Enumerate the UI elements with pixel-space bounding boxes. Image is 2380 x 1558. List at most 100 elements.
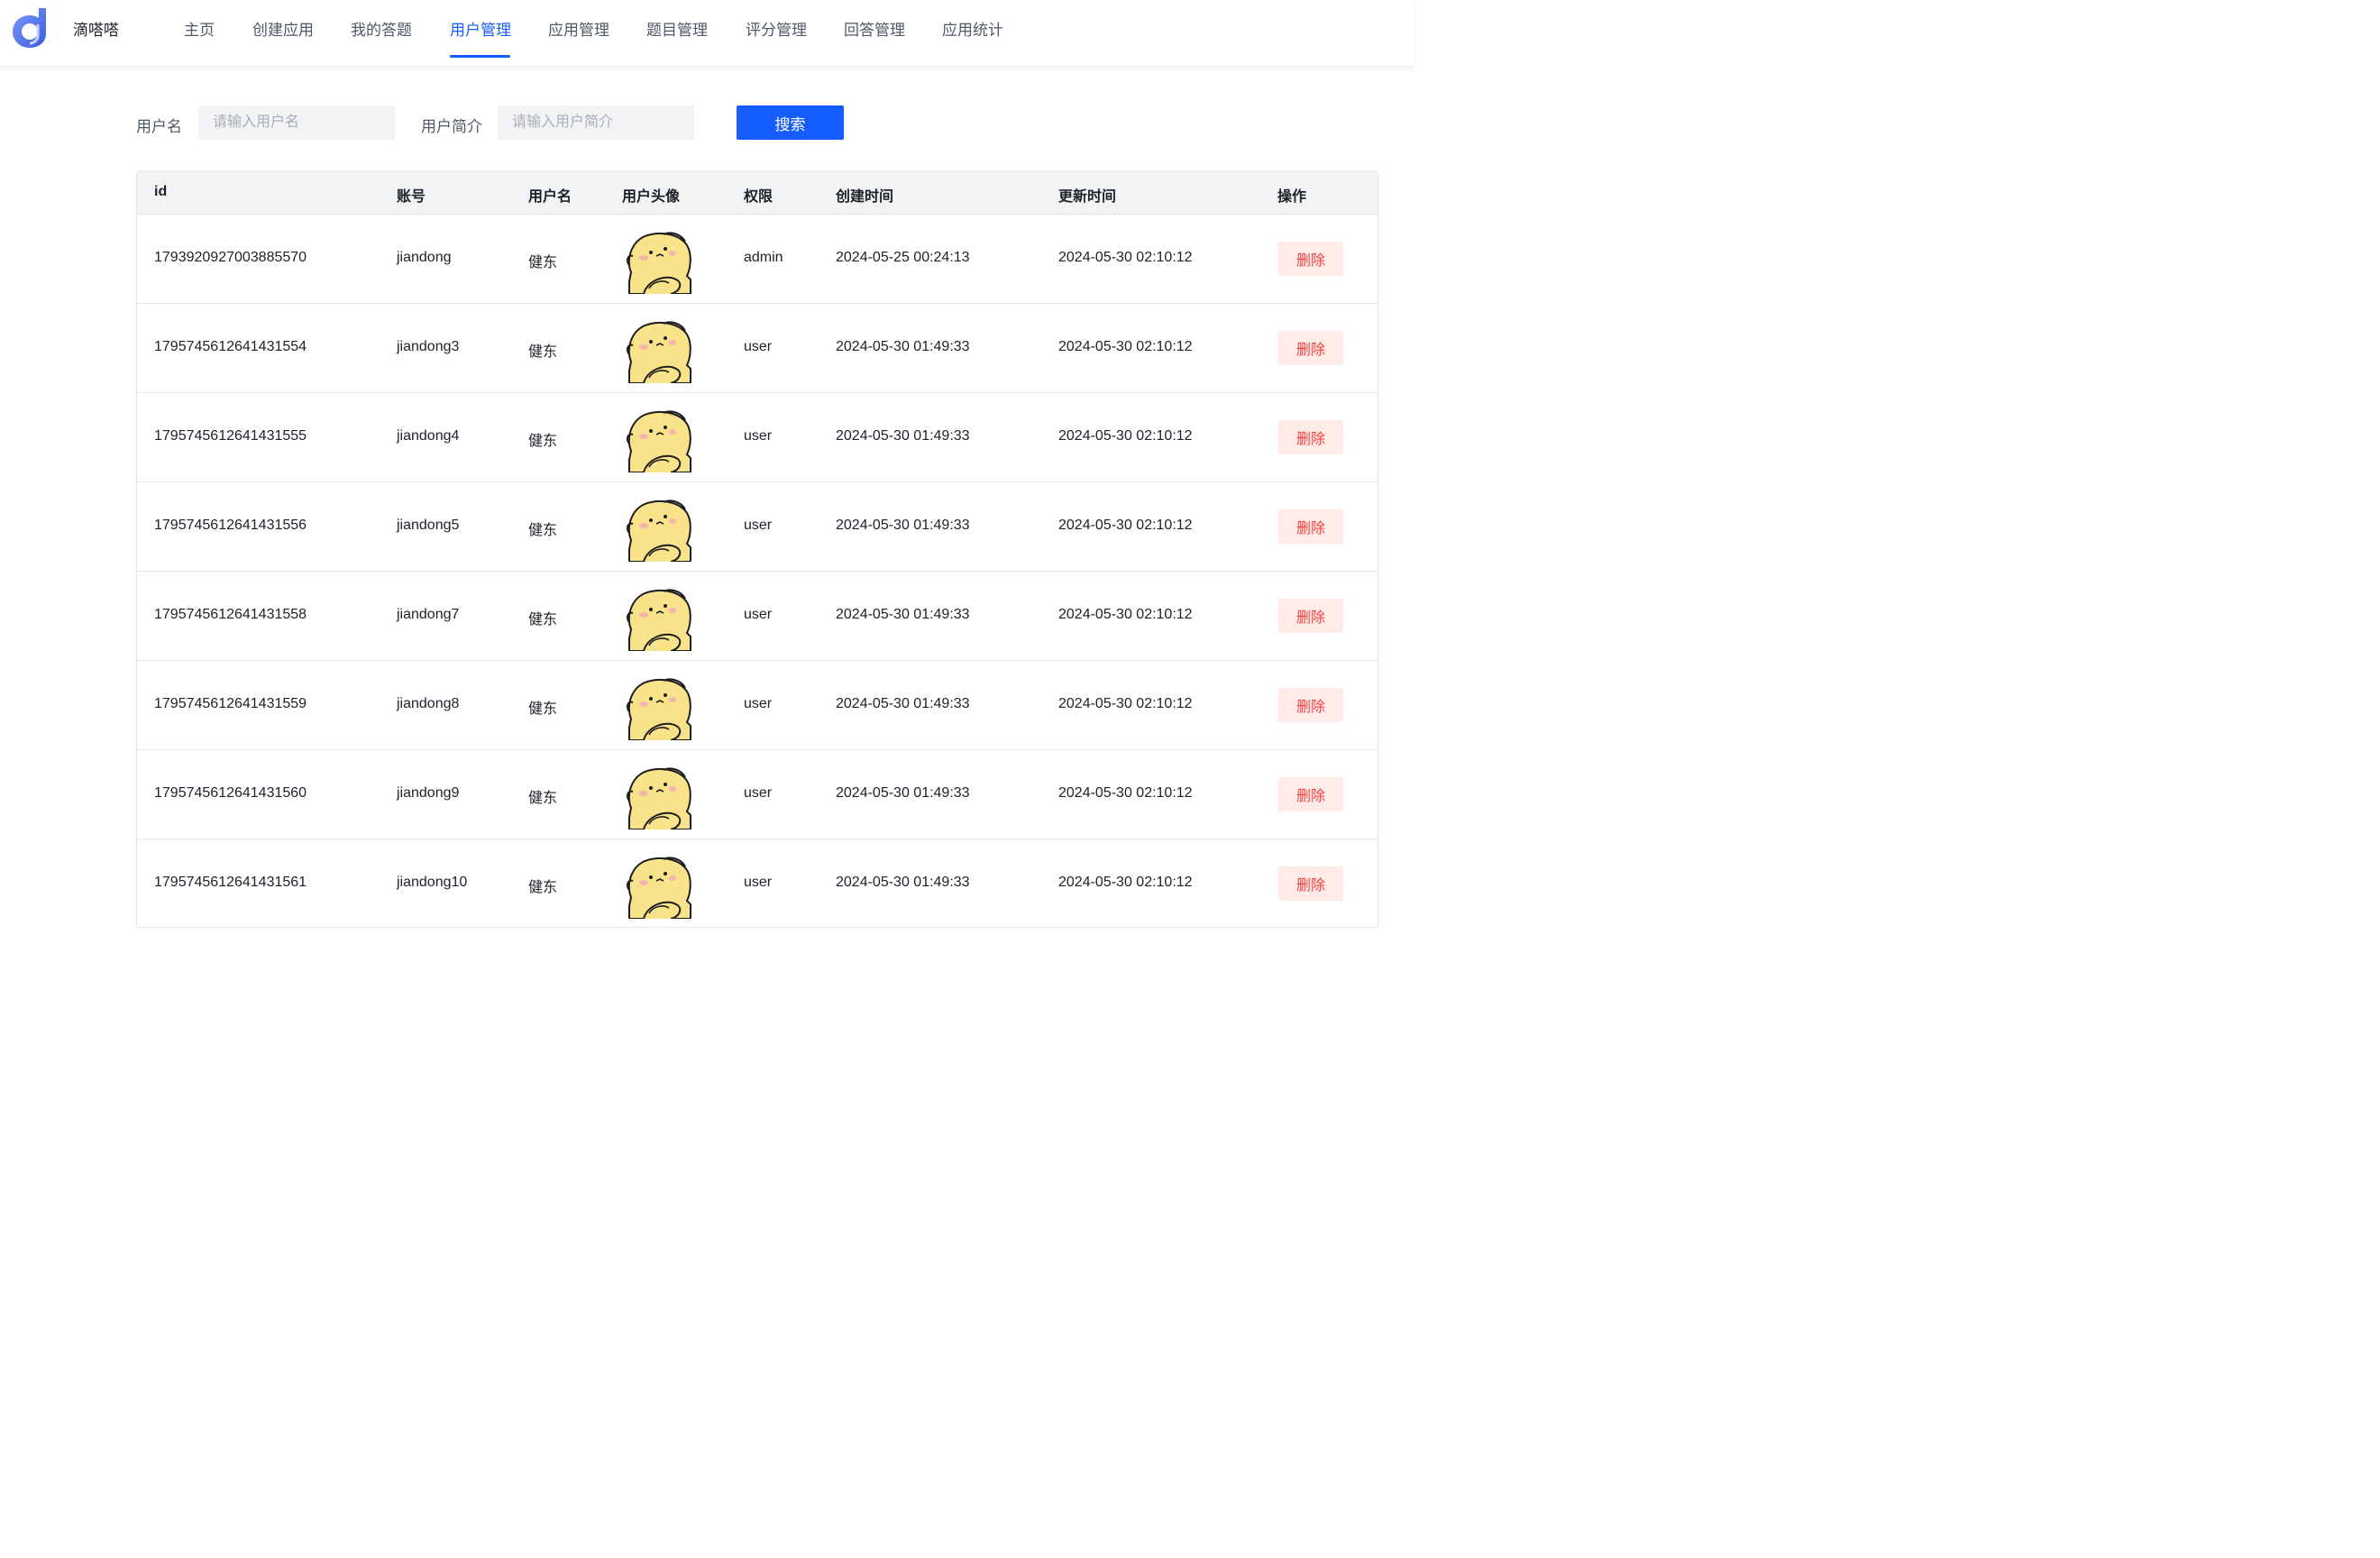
- cell-username: 健东: [528, 701, 558, 717]
- table-row: 1795745612641431556 jiandong5 健东 user 20…: [137, 482, 1378, 572]
- nav-item-scoring-management[interactable]: 评分管理: [746, 17, 807, 40]
- cell-updated-time: 2024-05-30 02:10:12: [1058, 518, 1193, 533]
- search-button[interactable]: 搜索: [737, 105, 844, 140]
- column-header-account[interactable]: 账号: [397, 184, 426, 206]
- cell-created-time: 2024-05-30 01:49:33: [836, 785, 970, 801]
- cell-account: jiandong8: [397, 696, 460, 711]
- cell-created-time: 2024-05-30 01:49:33: [836, 339, 970, 354]
- nav-item-home[interactable]: 主页: [184, 17, 215, 40]
- delete-button[interactable]: 删除: [1278, 777, 1343, 811]
- nav-item-app-management[interactable]: 应用管理: [548, 17, 609, 40]
- cell-username: 健东: [528, 791, 558, 806]
- nav-item-question-management[interactable]: 题目管理: [646, 17, 708, 40]
- cell-updated-time: 2024-05-30 02:10:12: [1058, 428, 1193, 444]
- delete-button[interactable]: 删除: [1278, 866, 1343, 901]
- delete-button[interactable]: 删除: [1278, 331, 1343, 365]
- cell-created-time: 2024-05-30 01:49:33: [836, 518, 970, 533]
- cell-account: jiandong3: [397, 339, 460, 354]
- nav-item-user-management[interactable]: 用户管理: [450, 17, 511, 40]
- nav-item-app-statistics[interactable]: 应用统计: [942, 17, 1003, 40]
- table-row: 1795745612641431554 jiandong3 健东 user 20…: [137, 304, 1378, 393]
- cell-username: 健东: [528, 255, 558, 270]
- table-row: 1795745612641431555 jiandong4 健东 user 20…: [137, 393, 1378, 482]
- cell-account: jiandong10: [397, 875, 468, 890]
- cell-username: 健东: [528, 612, 558, 628]
- cell-created-time: 2024-05-30 01:49:33: [836, 607, 970, 622]
- cell-id: 1793920927003885570: [154, 250, 307, 265]
- cell-role: user: [744, 875, 773, 890]
- cell-account: jiandong7: [397, 607, 460, 622]
- cell-username: 健东: [528, 434, 558, 449]
- table-header: id 账号 用户名 用户头像 权限 创建时间 更新时间 操作: [137, 171, 1378, 215]
- user-avatar: [624, 318, 692, 383]
- delete-button[interactable]: 删除: [1278, 242, 1343, 276]
- cell-id: 1795745612641431554: [154, 339, 307, 354]
- active-tab-indicator: [450, 55, 510, 58]
- cell-role: admin: [744, 250, 783, 265]
- column-header-role[interactable]: 权限: [744, 184, 773, 206]
- cell-account: jiandong9: [397, 785, 460, 801]
- cell-updated-time: 2024-05-30 02:10:12: [1058, 339, 1193, 354]
- cell-id: 1795745612641431561: [154, 875, 307, 890]
- delete-button[interactable]: 删除: [1278, 688, 1343, 722]
- brand-name: 滴嗒嗒: [73, 22, 119, 39]
- top-navbar: 滴嗒嗒 主页 创建应用 我的答题 用户管理 应用管理 题目管理 评分管理 回答管…: [0, 0, 1414, 67]
- column-header-id[interactable]: id: [154, 184, 167, 200]
- cell-role: user: [744, 696, 773, 711]
- table-row: 1793920927003885570 jiandong 健东 admin 20…: [137, 215, 1378, 304]
- user-avatar: [624, 586, 692, 651]
- table-row: 1795745612641431561 jiandong10 健东 user 2…: [137, 839, 1378, 927]
- table-row: 1795745612641431559 jiandong8 健东 user 20…: [137, 661, 1378, 750]
- username-label: 用户名: [136, 118, 182, 135]
- cell-id: 1795745612641431558: [154, 607, 307, 622]
- user-avatar: [624, 497, 692, 562]
- column-header-created[interactable]: 创建时间: [836, 184, 893, 206]
- delete-button[interactable]: 删除: [1278, 509, 1343, 544]
- delete-button[interactable]: 删除: [1278, 420, 1343, 454]
- user-avatar: [624, 229, 692, 294]
- table-row: 1795745612641431558 jiandong7 健东 user 20…: [137, 572, 1378, 661]
- delete-button[interactable]: 删除: [1278, 599, 1343, 633]
- column-header-avatar[interactable]: 用户头像: [622, 184, 680, 206]
- cell-role: user: [744, 339, 773, 354]
- cell-id: 1795745612641431556: [154, 518, 307, 533]
- column-header-updated[interactable]: 更新时间: [1058, 184, 1116, 206]
- cell-username: 健东: [528, 344, 558, 360]
- user-avatar: [624, 854, 692, 919]
- cell-account: jiandong5: [397, 518, 460, 533]
- user-table: id 账号 用户名 用户头像 权限 创建时间 更新时间 操作 179392092…: [136, 170, 1378, 928]
- cell-updated-time: 2024-05-30 02:10:12: [1058, 696, 1193, 711]
- cell-created-time: 2024-05-30 01:49:33: [836, 875, 970, 890]
- cell-created-time: 2024-05-30 01:49:33: [836, 696, 970, 711]
- cell-updated-time: 2024-05-30 02:10:12: [1058, 875, 1193, 890]
- username-input[interactable]: [198, 105, 395, 140]
- cell-id: 1795745612641431555: [154, 428, 307, 444]
- nav-item-create-app[interactable]: 创建应用: [252, 17, 314, 40]
- nav-item-answer-management[interactable]: 回答管理: [844, 17, 905, 40]
- app-logo-icon[interactable]: [12, 6, 50, 48]
- cell-username: 健东: [528, 523, 558, 538]
- nav-item-my-answers[interactable]: 我的答题: [351, 17, 412, 40]
- cell-role: user: [744, 518, 773, 533]
- column-header-username[interactable]: 用户名: [528, 184, 572, 206]
- cell-created-time: 2024-05-30 01:49:33: [836, 428, 970, 444]
- cell-role: user: [744, 607, 773, 622]
- user-avatar: [624, 765, 692, 829]
- cell-account: jiandong: [397, 250, 452, 265]
- cell-updated-time: 2024-05-30 02:10:12: [1058, 785, 1193, 801]
- search-form: 用户名 用户简介 搜索: [0, 105, 1414, 140]
- column-header-actions[interactable]: 操作: [1277, 184, 1306, 206]
- cell-id: 1795745612641431559: [154, 696, 307, 711]
- cell-role: user: [744, 428, 773, 444]
- cell-updated-time: 2024-05-30 02:10:12: [1058, 607, 1193, 622]
- cell-updated-time: 2024-05-30 02:10:12: [1058, 250, 1193, 265]
- table-row: 1795745612641431560 jiandong9 健东 user 20…: [137, 750, 1378, 839]
- profile-label: 用户简介: [421, 118, 482, 135]
- cell-created-time: 2024-05-25 00:24:13: [836, 250, 970, 265]
- cell-role: user: [744, 785, 773, 801]
- cell-account: jiandong4: [397, 428, 460, 444]
- user-avatar: [624, 408, 692, 472]
- cell-id: 1795745612641431560: [154, 785, 307, 801]
- user-avatar: [624, 675, 692, 740]
- profile-input[interactable]: [498, 105, 694, 140]
